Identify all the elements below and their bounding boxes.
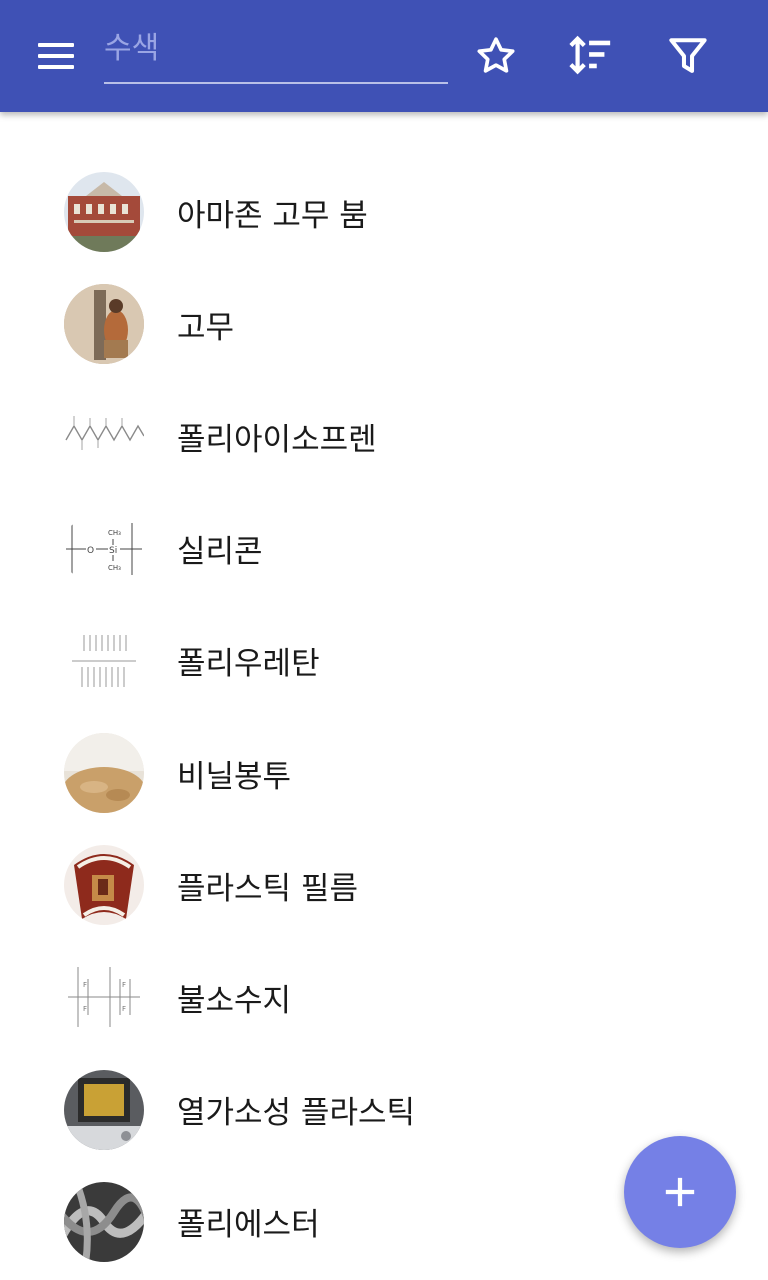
search-field <box>104 20 448 84</box>
item-title: 아마존 고무 붐 <box>177 197 368 234</box>
list-item[interactable]: 비닐봉투 <box>0 717 768 829</box>
item-title: 비닐봉투 <box>177 758 292 795</box>
list-item[interactable]: 아마존 고무 붐 <box>0 156 768 268</box>
svg-text:CH₃: CH₃ <box>108 529 121 537</box>
sort-icon <box>569 35 611 75</box>
svg-text:F: F <box>83 981 87 989</box>
list-item[interactable]: F F F F 불소수지 <box>0 941 768 1053</box>
bag-photo-thumbnail <box>64 733 144 814</box>
list-item[interactable]: O Si CH₃ CH₃ 실리콘 <box>0 493 768 605</box>
list-item[interactable]: 플라스틱 필름 <box>0 829 768 941</box>
filter-icon <box>669 38 707 73</box>
device-photo-thumbnail <box>64 1069 144 1150</box>
svg-text:F: F <box>83 1005 87 1013</box>
svg-text:CH₃: CH₃ <box>108 564 121 572</box>
film-reel-photo-thumbnail <box>64 845 144 926</box>
favorites-button[interactable] <box>468 28 524 84</box>
item-title: 폴리에스터 <box>177 1207 320 1244</box>
item-title: 플라스틱 필름 <box>177 870 358 907</box>
siloxane-formula-thumbnail: O Si CH₃ CH₃ <box>64 508 144 589</box>
item-title: 불소수지 <box>177 982 292 1019</box>
building-photo-thumbnail <box>64 172 144 253</box>
svg-text:O: O <box>87 546 94 556</box>
ptfe-formula-thumbnail: F F F F <box>64 957 144 1038</box>
list-item[interactable]: 폴리아이소프렌 <box>0 380 768 492</box>
star-outline-icon <box>477 37 515 73</box>
item-title: 실리콘 <box>177 534 263 571</box>
add-button[interactable] <box>624 1136 736 1248</box>
search-input[interactable] <box>104 20 448 76</box>
article-list: 아마존 고무 붐 고무 폴리아이소프렌 O Si CH₃ CH₃ 실리콘 폴리우… <box>0 156 768 1278</box>
menu-icon[interactable] <box>28 36 84 76</box>
svg-text:F: F <box>122 1005 126 1013</box>
chain-diagram-thumbnail <box>64 396 144 477</box>
item-title: 폴리아이소프렌 <box>177 421 377 458</box>
item-title: 열가소성 플라스틱 <box>177 1095 416 1132</box>
structure-diagram-thumbnail <box>64 620 144 701</box>
plus-icon <box>665 1177 695 1207</box>
svg-text:Si: Si <box>109 546 117 556</box>
item-title: 폴리우레탄 <box>177 646 320 683</box>
filter-button[interactable] <box>660 28 716 84</box>
list-item[interactable]: 고무 <box>0 268 768 380</box>
svg-text:F: F <box>122 981 126 989</box>
rubber-tapping-photo-thumbnail <box>64 284 144 365</box>
item-title: 고무 <box>177 309 235 346</box>
fiber-micrograph-thumbnail <box>64 1181 144 1262</box>
sort-button[interactable] <box>563 28 619 84</box>
app-bar <box>0 0 768 112</box>
list-item[interactable]: 폴리우레탄 <box>0 605 768 717</box>
